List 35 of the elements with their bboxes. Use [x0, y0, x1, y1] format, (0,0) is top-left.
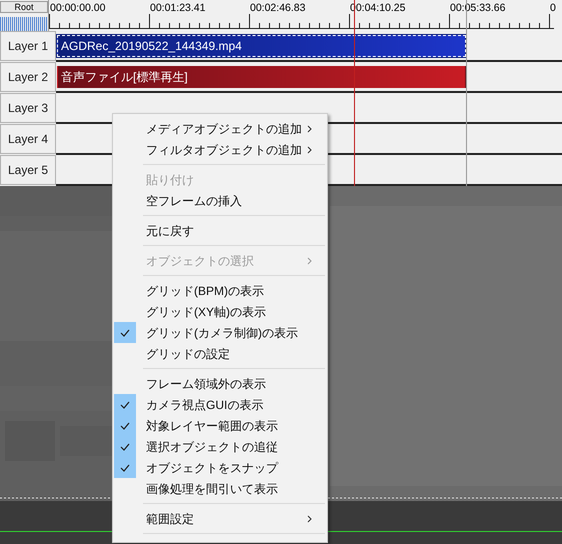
layer-header[interactable]: Layer 1 [0, 31, 56, 61]
menu-item[interactable]: 画像処理を間引いて表示 [113, 478, 327, 499]
check-icon [120, 328, 130, 336]
menu-item[interactable]: グリッド(BPM)の表示 [113, 280, 327, 301]
menu-item[interactable]: フィルタオブジェクトの追加 [113, 139, 327, 160]
root-button[interactable]: Root [0, 1, 48, 13]
menu-item[interactable]: 対象レイヤー範囲の表示 [113, 415, 327, 436]
timeline-clip[interactable]: 音声ファイル[標準再生] [57, 66, 466, 88]
time-label: 00:00:00.00 [49, 1, 106, 15]
time-label: 00:05:33.66 [449, 1, 506, 15]
check-icon [120, 442, 130, 450]
layer-header[interactable]: Layer 5 [0, 155, 56, 185]
check-icon [120, 400, 130, 408]
menu-item[interactable]: グリッド(XY軸)の表示 [113, 301, 327, 322]
menu-item[interactable]: メディアオブジェクトの追加 [113, 118, 327, 139]
layer-header[interactable]: Layer 3 [0, 93, 56, 123]
menu-item[interactable]: カメラ視点GUIの表示 [113, 394, 327, 415]
menu-item[interactable]: 空フレームの挿入 [113, 190, 327, 211]
menu-item[interactable]: 選択オブジェクトの追従 [113, 436, 327, 457]
level-meter-icon [0, 17, 48, 31]
layer-header[interactable]: Layer 4 [0, 124, 56, 154]
menu-item[interactable]: グリッドの設定 [113, 343, 327, 364]
timeline-clip[interactable]: AGDRec_20190522_144349.mp4 [57, 35, 466, 57]
menu-item[interactable]: オブジェクトをスナップ [113, 457, 327, 478]
time-label: 00:01:23.41 [149, 1, 206, 15]
check-icon [120, 464, 130, 472]
check-icon [120, 422, 130, 430]
menu-item[interactable]: 範囲設定 [113, 508, 327, 529]
playhead-line[interactable] [354, 0, 355, 186]
time-label: 0 [549, 1, 557, 15]
menu-item[interactable]: フレーム領域外の表示 [113, 373, 327, 394]
menu-item[interactable]: グリッド(カメラ制御)の表示 [113, 322, 327, 343]
menu-item[interactable]: 元に戻す [113, 220, 327, 241]
layer-header[interactable]: Layer 2 [0, 62, 56, 92]
time-label: 00:02:46.83 [249, 1, 306, 15]
